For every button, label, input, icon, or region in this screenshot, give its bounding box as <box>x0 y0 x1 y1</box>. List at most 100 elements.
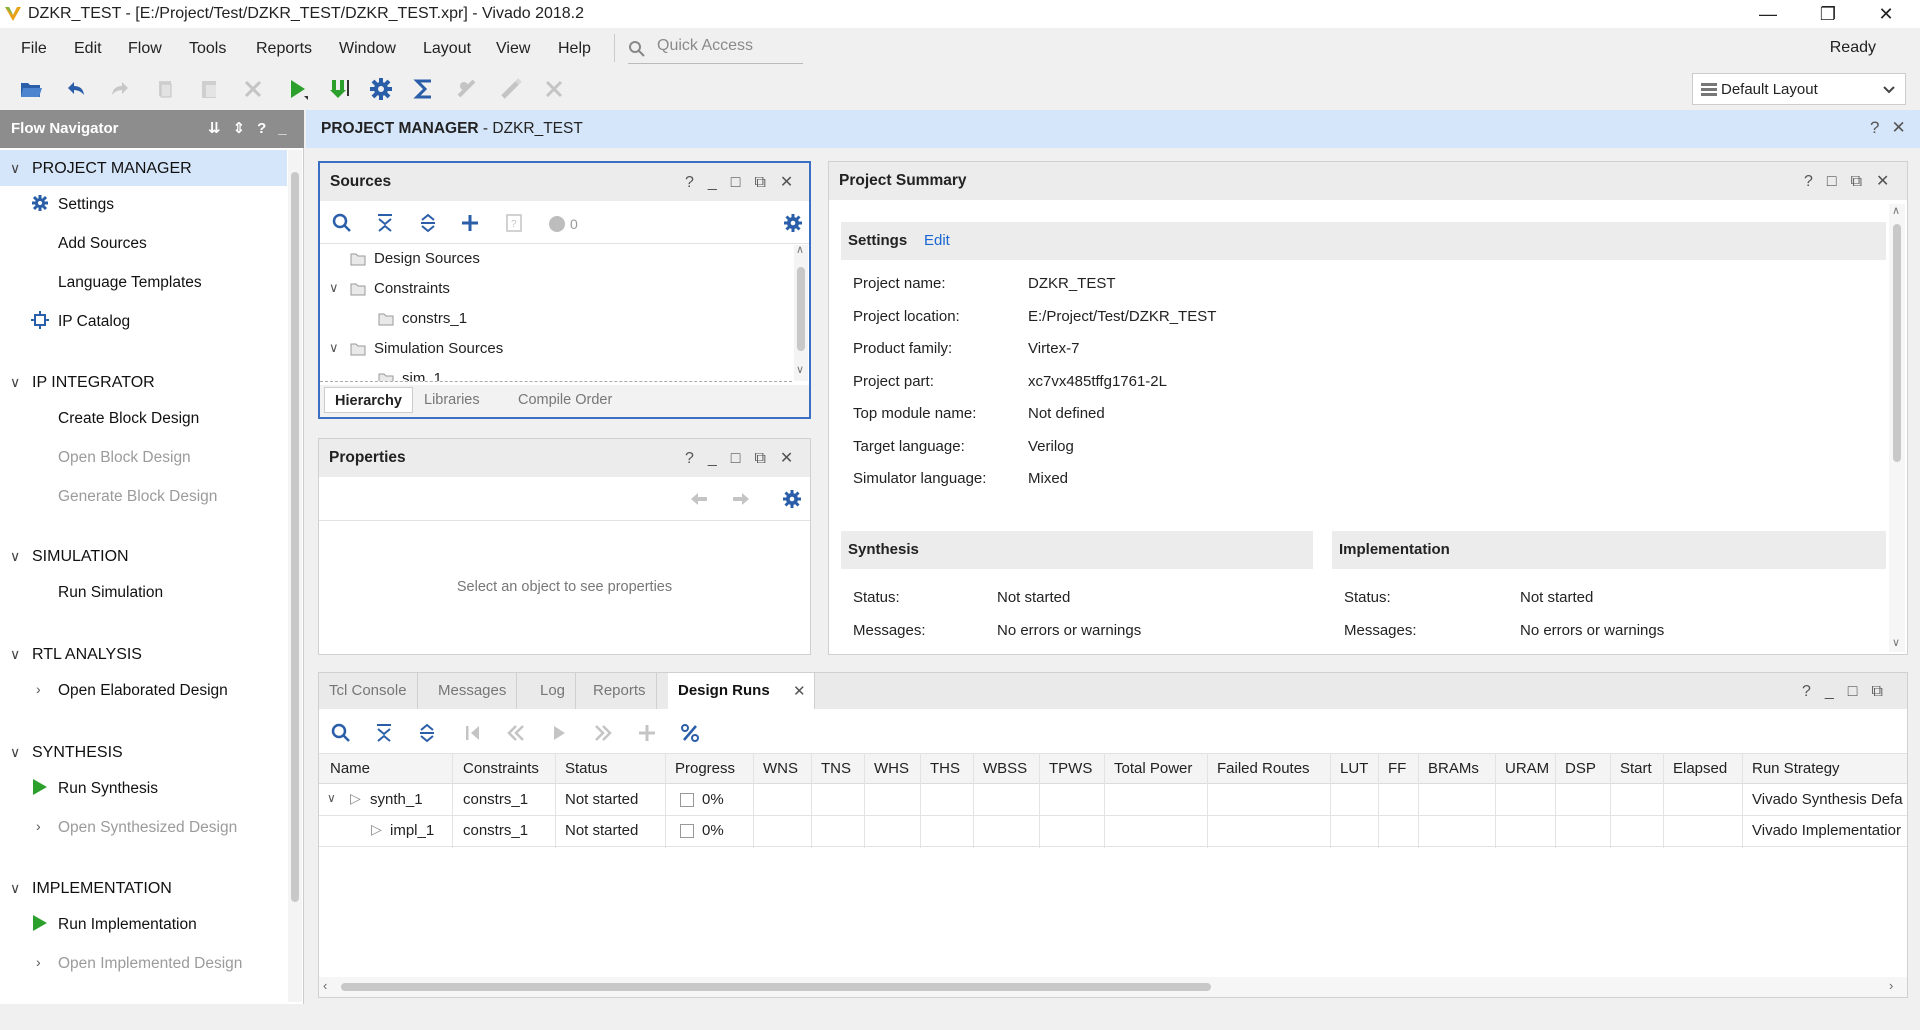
menu-layout[interactable]: Layout <box>423 40 471 58</box>
chevron-down-icon[interactable]: ∨ <box>10 646 20 663</box>
settings-edit-link[interactable]: Edit <box>924 232 950 249</box>
collapse-all-icon[interactable] <box>374 723 394 743</box>
sources-panel-controls[interactable]: ?_□⧉✕ <box>685 172 807 192</box>
column-header[interactable]: Failed Routes <box>1217 754 1310 784</box>
top-module-link[interactable]: Not defined <box>1028 405 1105 422</box>
restore-button[interactable]: ❐ <box>1806 2 1850 26</box>
search-icon[interactable] <box>331 723 351 743</box>
tree-item-sim-1[interactable]: sim_1 <box>320 365 792 381</box>
summary-panel-controls[interactable]: ?□⧉✕ <box>1804 171 1903 191</box>
minimize-button[interactable]: — <box>1746 2 1790 26</box>
nav-item-language-templates[interactable]: Language Templates <box>58 274 202 292</box>
chevron-down-icon[interactable]: ∨ <box>10 374 20 391</box>
cancel-run-icon[interactable] <box>541 76 567 102</box>
flow-navigator-controls[interactable]: ⇊⇕?_ <box>208 119 299 137</box>
chevron-down-icon[interactable]: ∨ <box>1892 636 1900 649</box>
expand-all-icon[interactable] <box>418 213 438 233</box>
menu-file[interactable]: File <box>21 40 47 58</box>
program-device-icon[interactable] <box>327 76 353 102</box>
tab-log[interactable]: Log <box>530 673 577 709</box>
target-language-link[interactable]: Verilog <box>1028 438 1074 455</box>
run-icon[interactable] <box>284 76 310 102</box>
chevron-down-icon[interactable]: ∨ <box>329 280 339 296</box>
undo-icon[interactable] <box>63 76 89 102</box>
next-icon[interactable] <box>593 723 613 743</box>
menu-help[interactable]: Help <box>558 40 591 58</box>
search-icon[interactable] <box>332 213 352 233</box>
nav-item-run-synthesis[interactable]: Run Synthesis <box>58 780 158 798</box>
scrollbar-thumb[interactable] <box>341 983 1211 991</box>
tab-hierarchy[interactable]: Hierarchy <box>324 387 413 413</box>
menu-edit[interactable]: Edit <box>74 40 102 58</box>
nav-section-rtl-analysis[interactable]: RTL ANALYSIS <box>32 646 142 664</box>
horizontal-scrollbar[interactable]: ‹ › <box>319 977 1907 997</box>
column-header[interactable]: Elapsed <box>1673 754 1727 784</box>
tab-reports[interactable]: Reports <box>583 673 657 709</box>
scrollbar-thumb[interactable] <box>1893 224 1901 462</box>
forward-arrow-icon[interactable] <box>731 491 751 507</box>
chevron-down-icon[interactable]: ∨ <box>10 160 20 177</box>
open-project-icon[interactable] <box>18 76 44 102</box>
menu-flow[interactable]: Flow <box>128 40 162 58</box>
simulator-language-link[interactable]: Mixed <box>1028 470 1068 487</box>
column-header[interactable]: Name <box>330 754 370 784</box>
scrollbar-thumb[interactable] <box>797 267 805 351</box>
paste-icon[interactable] <box>196 76 222 102</box>
column-header[interactable]: Constraints <box>463 754 539 784</box>
nav-section-ip-integrator[interactable]: IP INTEGRATOR <box>32 374 155 392</box>
tab-compile-order[interactable]: Compile Order <box>518 387 612 413</box>
gear-icon[interactable] <box>782 489 802 509</box>
copy-icon[interactable] <box>152 76 178 102</box>
column-header[interactable]: TNS <box>821 754 851 784</box>
close-tab-icon[interactable]: ✕ <box>793 682 806 700</box>
flow-navigator-scrollbar[interactable] <box>288 150 302 1002</box>
nav-item-open-implemented-design[interactable]: Open Implemented Design <box>58 955 242 973</box>
layout-selector[interactable]: Default Layout <box>1692 73 1906 105</box>
nav-section-project-manager[interactable]: PROJECT MANAGER <box>32 160 192 178</box>
chevron-up-icon[interactable]: ∧ <box>796 243 804 256</box>
percent-icon[interactable] <box>680 723 700 743</box>
nav-item-open-block-design[interactable]: Open Block Design <box>58 449 191 467</box>
nav-item-ip-catalog[interactable]: IP Catalog <box>58 313 130 331</box>
column-header[interactable]: Total Power <box>1114 754 1192 784</box>
table-row[interactable]: ∨ ▷ synth_1 constrs_1 Not started 0% Viv… <box>319 785 1907 816</box>
nav-section-implementation[interactable]: IMPLEMENTATION <box>32 880 172 898</box>
chevron-right-icon[interactable]: › <box>36 954 41 970</box>
play-icon[interactable] <box>549 723 569 743</box>
chevron-down-icon[interactable]: ∨ <box>10 880 20 897</box>
nav-section-simulation[interactable]: SIMULATION <box>32 548 129 566</box>
tree-item-constraints[interactable]: ∨ Constraints <box>320 275 792 303</box>
add-sources-icon[interactable] <box>460 213 480 233</box>
tree-item-simulation-sources[interactable]: ∨ Simulation Sources <box>320 335 792 363</box>
nav-item-settings[interactable]: Settings <box>58 196 114 214</box>
redo-icon[interactable] <box>107 76 133 102</box>
column-header[interactable]: Progress <box>675 754 735 784</box>
tab-messages[interactable]: Messages <box>428 673 518 709</box>
project-part-link[interactable]: xc7vx485tffg1761-2L <box>1028 373 1167 390</box>
column-header[interactable]: BRAMs <box>1428 754 1479 784</box>
close-window-button[interactable]: ✕ <box>1864 2 1908 26</box>
delete-icon[interactable] <box>240 76 266 102</box>
nav-section-synthesis[interactable]: SYNTHESIS <box>32 744 123 762</box>
mark-debug-icon[interactable] <box>454 76 480 102</box>
column-header[interactable]: URAM <box>1505 754 1549 784</box>
column-header[interactable]: FF <box>1388 754 1406 784</box>
info-icon[interactable]: ? <box>504 213 524 233</box>
tab-tcl-console[interactable]: Tcl Console <box>319 673 418 709</box>
chevron-down-icon[interactable]: ∨ <box>796 363 804 376</box>
menu-view[interactable]: View <box>496 40 530 58</box>
tab-libraries[interactable]: Libraries <box>424 387 480 413</box>
back-arrow-icon[interactable] <box>689 491 709 507</box>
pm-header-controls[interactable]: ?✕ <box>1870 118 1918 138</box>
tree-item-constrs-1[interactable]: constrs_1 <box>320 305 792 333</box>
settings-icon[interactable] <box>368 76 394 102</box>
sources-scrollbar[interactable]: ∧ ∨ <box>794 243 808 381</box>
tree-item-design-sources[interactable]: Design Sources <box>320 245 792 273</box>
column-header[interactable]: THS <box>930 754 960 784</box>
chevron-down-icon[interactable]: ∨ <box>329 340 339 356</box>
column-header[interactable]: WHS <box>874 754 909 784</box>
chevron-down-icon[interactable]: ∨ <box>327 791 336 805</box>
column-header[interactable]: Status <box>565 754 608 784</box>
table-row[interactable]: ▷ impl_1 constrs_1 Not started 0% Vivado… <box>319 816 1907 847</box>
chevron-up-icon[interactable]: ∧ <box>1892 204 1900 217</box>
